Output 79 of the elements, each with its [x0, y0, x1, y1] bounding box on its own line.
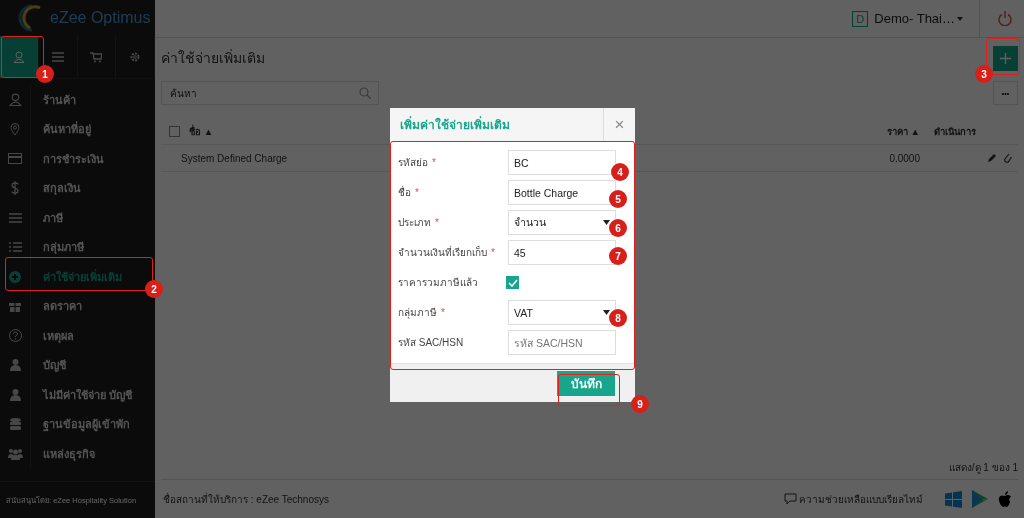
plus-icon [1000, 52, 1011, 64]
property-dropdown[interactable]: Demo- Thai… [874, 11, 963, 26]
list-icon [8, 242, 22, 253]
sidebar-item[interactable]: ฐานข้อมูลผู้เข้าพัก [0, 409, 155, 439]
database-icon [9, 417, 21, 431]
search-field[interactable]: ค้นหา [161, 81, 379, 105]
chat-icon [784, 493, 797, 505]
column-header[interactable]: ชื่อ ▲ [189, 123, 214, 139]
provider-text: ชื่อสถานที่ให้บริการ : eZee Technosys [163, 491, 329, 507]
gift-icon [9, 300, 21, 313]
field-label: จำนวนเงินที่เรียกเก็บ [398, 245, 487, 260]
dropdown[interactable]: VAT [508, 300, 616, 325]
input-field[interactable]: Bottle Charge [508, 180, 616, 205]
column-header[interactable]: ราคา ▲ [830, 123, 934, 139]
highlight-frame [558, 374, 620, 406]
cart-icon [90, 51, 103, 63]
pin-icon [10, 122, 20, 136]
select-all-checkbox[interactable] [169, 125, 180, 137]
field-label: รหัสย่อ [398, 156, 428, 170]
add-button[interactable] [993, 45, 1018, 71]
input-field[interactable]: BC [508, 150, 616, 175]
field-label: ชื่อ [398, 185, 411, 200]
caret-icon [957, 16, 963, 21]
brand-name: eZee Optimus [50, 9, 151, 27]
field-label: กลุ่มภาษี [398, 306, 437, 320]
required-mark: * [432, 157, 436, 168]
person-icon [9, 388, 21, 401]
caret-icon [603, 310, 610, 315]
property-badge: D [852, 10, 869, 27]
save-button[interactable]: บันทึก [557, 370, 615, 396]
sidebar-item[interactable]: ร้านค้า [0, 85, 155, 115]
field-label: รหัส SAC/HSN [398, 336, 464, 350]
caret-icon [603, 220, 610, 225]
pagination-text: แสดง/ดู 1 ของ 1 [948, 460, 1018, 475]
sidebar-item[interactable]: ค้นหาที่อยู่ [0, 114, 155, 144]
question-icon [8, 329, 22, 343]
menu-icon [8, 212, 22, 223]
apple-icon[interactable] [998, 490, 1012, 508]
user-icon [12, 51, 25, 63]
close-button[interactable]: × [603, 108, 635, 141]
plus-circle-icon [9, 270, 21, 283]
power-icon[interactable] [998, 11, 1012, 26]
sidebar-item[interactable]: แหล่งธุรกิจ [0, 439, 155, 469]
menu-icon [51, 52, 64, 62]
sidebar-item[interactable]: สกุลเงิน [0, 173, 155, 203]
sidebar-item[interactable]: ไม่มีค่าใช้จ่าย บัญชี [0, 380, 155, 410]
checkbox[interactable] [506, 276, 519, 289]
required-mark: * [441, 307, 445, 318]
user-icon [8, 93, 22, 107]
search-icon [359, 87, 371, 99]
pencil-icon[interactable] [987, 152, 997, 163]
sidebar-item[interactable]: ภาษี [0, 203, 155, 233]
input-field[interactable]: 45 [508, 240, 616, 265]
dollar-icon [11, 181, 19, 196]
group-icon [7, 447, 23, 460]
field-label: ราคารวมภาษีแล้ว [398, 276, 478, 290]
link-icon[interactable] [1003, 152, 1012, 164]
required-mark: * [415, 187, 419, 198]
required-mark: * [435, 217, 439, 228]
input-field[interactable]: รหัส SAC/HSN [508, 330, 616, 355]
required-mark: * [491, 247, 495, 258]
dropdown[interactable]: จำนวน [508, 210, 616, 235]
help-link[interactable]: ความช่วยเหลือแบบเรียลไทม์ [799, 491, 923, 507]
sidebar-tab[interactable] [0, 36, 39, 78]
card-icon [8, 153, 22, 165]
person-icon [9, 359, 21, 372]
sidebar-item[interactable]: บัญชี [0, 350, 155, 380]
sidebar-item[interactable]: การชำระเงิน [0, 144, 155, 174]
table-cell-text: 0.0000 [888, 152, 921, 164]
dialog-title: เพิ่มค่าใช้จ่ายเพิ่มเติม [399, 115, 511, 134]
page-title: ค่าใช้จ่ายเพิ่มเติม [161, 48, 265, 68]
column-header: ดำเนินการ [934, 124, 977, 139]
sidebar-item[interactable]: เหตุผล [0, 321, 155, 351]
windows-icon[interactable] [945, 490, 962, 508]
play-store-icon[interactable] [972, 490, 988, 508]
table-cell-text: System Defined Charge [180, 152, 288, 164]
sidebar-item[interactable]: กลุ่มภาษี [0, 232, 155, 262]
field-label: ประเภท [398, 216, 431, 230]
settings-icon [129, 51, 142, 63]
